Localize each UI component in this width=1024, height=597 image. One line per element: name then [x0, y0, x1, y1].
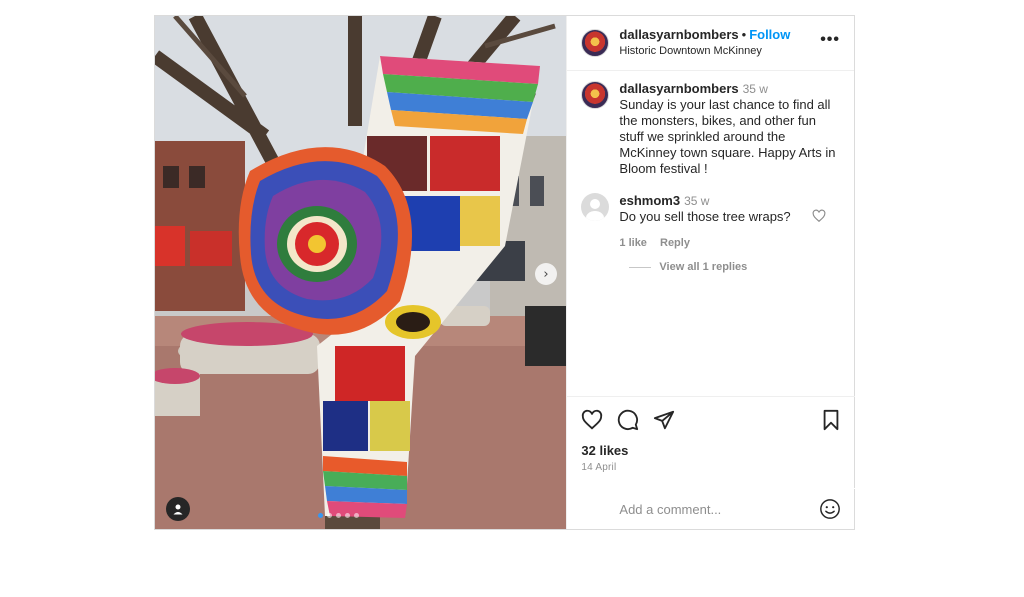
share-button[interactable]: [653, 409, 675, 431]
like-button[interactable]: [581, 409, 603, 431]
comment-time: 35 w: [684, 194, 710, 208]
caption-text: Sunday is your last chance to find all t…: [619, 97, 836, 176]
chevron-right-icon: ›: [543, 266, 549, 282]
post-card: › dallasyarnbombers • Follow Historic Down…: [154, 15, 856, 530]
like-comment-heart-icon[interactable]: [812, 209, 826, 223]
carousel-dot: [327, 513, 332, 518]
header-username[interactable]: dallasyarnbombers: [619, 27, 738, 42]
carousel-dot: [345, 513, 350, 518]
view-replies-label: View all 1 replies: [659, 261, 748, 273]
carousel-dot: [318, 513, 323, 518]
post-media[interactable]: ›: [155, 16, 567, 529]
comment-item: eshmom3 35 w Do you sell those tree wraps…: [581, 193, 840, 251]
share-icon: [654, 410, 675, 430]
view-replies-button[interactable]: View all 1 replies: [629, 261, 840, 273]
avatar[interactable]: [581, 193, 610, 221]
next-slide-button[interactable]: ›: [535, 263, 557, 285]
user-icon: [173, 504, 183, 515]
emoji-icon: [820, 499, 841, 519]
save-button[interactable]: [821, 409, 841, 431]
reply-button[interactable]: Reply: [660, 237, 690, 249]
caption-username[interactable]: dallasyarnbombers: [619, 81, 738, 96]
bookmark-icon: [824, 409, 839, 431]
post-side-panel: dallasyarnbombers • Follow Historic Downto…: [566, 16, 856, 529]
heart-icon: [582, 409, 603, 430]
likes-count[interactable]: 32 likes: [581, 443, 841, 458]
tagged-users-button[interactable]: [166, 497, 190, 521]
post-header: dallasyarnbombers • Follow Historic Downto…: [567, 16, 854, 71]
more-options-icon[interactable]: •••: [820, 31, 840, 55]
post-photo: [155, 16, 567, 529]
carousel-dot: [354, 513, 359, 518]
carousel-indicators: [318, 513, 359, 518]
location-link[interactable]: Historic Downtown McKinney: [619, 44, 820, 58]
divider: [629, 266, 652, 268]
avatar[interactable]: [581, 81, 610, 109]
comment-username[interactable]: eshmom3: [619, 193, 680, 208]
post-actions: 32 likes 14 April: [567, 396, 856, 473]
comment-text: Do you sell those tree wraps?: [619, 209, 791, 224]
comment-likes-count[interactable]: 1 like: [619, 237, 647, 249]
comment-button[interactable]: [617, 409, 639, 431]
caption-time: 35 w: [742, 82, 768, 96]
post-date: 14 April: [581, 462, 617, 473]
carousel-dot: [336, 513, 341, 518]
caption: dallasyarnbombers 35 w Sunday is your las…: [581, 81, 840, 177]
comments-list: dallasyarnbombers 35 w Sunday is your las…: [567, 71, 854, 396]
comment-icon: [618, 409, 639, 431]
avatar[interactable]: [581, 29, 610, 57]
emoji-button[interactable]: [819, 498, 841, 520]
add-comment-bar: [567, 488, 856, 529]
follow-button[interactable]: Follow: [749, 27, 790, 42]
separator: •: [741, 27, 747, 42]
comment-input[interactable]: [619, 501, 820, 517]
